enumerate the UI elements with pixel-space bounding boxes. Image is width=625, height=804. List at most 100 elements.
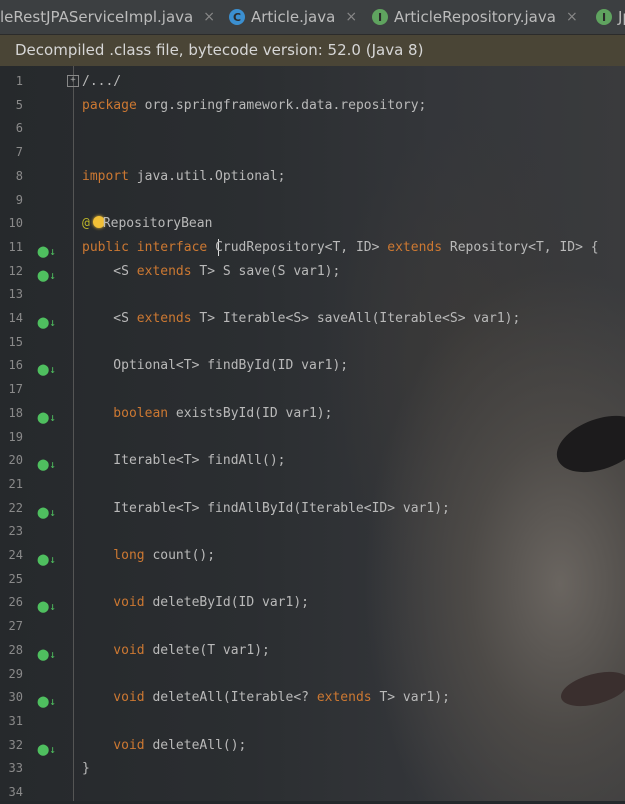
code-line[interactable]: 9 [0,189,625,212]
line-number: 9 [15,192,23,207]
keyword: extends [128,311,192,326]
tab-label: leRestJPAServiceImpl.java [0,8,194,26]
code-line[interactable]: 23 [0,520,625,543]
code-text: void deleteAll(); [82,734,246,757]
code-line[interactable]: 21 [0,473,625,496]
line-number: 28 [8,642,23,657]
code-token: <S [82,311,129,326]
line-number: 33 [8,761,23,776]
tab-service-impl[interactable]: leRestJPAServiceImpl.java × [0,0,215,34]
code-line[interactable]: 16 ⬤↓ Optional<T> findById(ID var1); [0,354,625,377]
line-number: 12 [8,263,23,278]
keyword: long [82,548,145,563]
keyword: void [82,642,145,658]
code-line[interactable]: 13 [0,283,625,306]
code-text: Iterable<T> findAllById(Iterable<ID> var… [82,497,450,520]
fold-expand-icon[interactable]: + [67,75,79,87]
tab-label: ArticleRepository.java [394,8,556,26]
code-text: /.../ [82,70,121,93]
line-number: 7 [15,145,23,160]
close-icon[interactable]: × [566,9,578,25]
line-number: 23 [8,524,23,539]
interface-name: CrudRepository<T, ID> [207,239,380,255]
code-line[interactable]: 7 [0,141,625,164]
line-number: 19 [8,429,23,444]
close-icon[interactable]: × [203,9,215,25]
line-number: 8 [15,168,23,183]
code-line[interactable]: 27 [0,615,625,638]
code-line[interactable]: 15 [0,331,625,354]
code-line[interactable]: 28 ⬤↓ void delete(T var1); [0,639,625,662]
keyword: void [82,595,145,611]
tab-label: Jp [618,8,625,26]
keyword: extends [128,263,192,279]
line-number: 20 [8,453,23,468]
code-line[interactable]: 18 ⬤↓ boolean existsById(ID var1); [0,402,625,425]
keyword: extends [379,239,443,255]
code-text: void delete(T var1); [82,639,270,662]
code-line[interactable]: 5 package org.springframework.data.reposi… [0,94,625,117]
code-line[interactable]: 25 [0,568,625,591]
code-line[interactable]: 24 ⬤↓ long count(); [0,544,625,567]
code-line[interactable]: 33} [0,757,625,780]
code-token: T> var1); [371,690,450,706]
code-line[interactable]: 30 ⬤↓ void deleteAll(Iterable<? extends T… [0,686,625,709]
close-icon[interactable]: × [345,9,357,25]
line-number: 15 [8,334,23,349]
code-line[interactable]: 1 +/.../ [0,70,625,93]
code-line[interactable]: 20 ⬤↓ Iterable<T> findAll(); [0,449,625,472]
code-text: void deleteAll(Iterable<? extends T> var… [82,686,450,709]
code-line[interactable]: 17 [0,378,625,401]
code-token: Iterable<T> findAll(); [82,453,286,469]
line-number: 29 [8,666,23,681]
line-number: 25 [8,571,23,586]
code-text: void deleteById(ID var1); [82,591,309,614]
line-number: 32 [8,737,23,752]
line-number: 14 [8,311,23,325]
code-text: long count(); [82,544,215,567]
tab-article-repository[interactable]: I ArticleRepository.java × [372,0,578,34]
code-text: @ RepositoryBean [82,212,212,235]
code-line[interactable]: 6 [0,117,625,140]
tab-jp[interactable]: I Jp [596,0,625,34]
decompiled-banner: Decompiled .class file, bytecode version… [0,35,625,66]
code-text: Iterable<T> findAll(); [82,449,286,472]
code-token: org.springframework.data.repository; [136,97,427,113]
code-text: Optional<T> findById(ID var1); [82,354,348,377]
code-line[interactable]: 29 [0,663,625,686]
code-line[interactable]: 14 ⬤↓ <S extends T> Iterable<S> saveAll(I… [0,307,625,330]
folded-imports: /.../ [82,74,122,89]
code-line[interactable]: 26 ⬤↓ void deleteById(ID var1); [0,591,625,614]
line-number: 22 [8,500,23,515]
code-line[interactable]: 11 ⬤↓ public interface CrudRepository<T, I… [0,236,625,259]
code-line[interactable]: 32 ⬤↓ void deleteAll(); [0,734,625,757]
code-text: package org.springframework.data.reposit… [82,94,426,117]
code-line[interactable]: 10 @ RepositoryBean [0,212,625,235]
keyword: boolean [82,405,169,421]
code-line[interactable]: 12 ⬤↓ <S extends T> S save(S var1); [0,260,625,283]
code-token: delete(T var1); [144,642,270,658]
code-token: existsById(ID var1); [168,405,333,421]
line-number: 17 [8,382,23,397]
line-number: 24 [8,548,23,562]
tab-label: Article.java [251,8,336,26]
code-line[interactable]: 8 import java.util.Optional; [0,165,625,188]
keyword: void [82,737,145,753]
line-number: 6 [15,121,23,136]
keyword: import [82,168,129,184]
keyword: package [82,97,137,113]
code-token: <S [82,263,129,279]
line-number: 31 [8,713,23,728]
code-token: T> S save(S var1); [191,263,341,279]
code-token: java.util.Optional; [128,168,286,184]
code-line[interactable]: 22 ⬤↓ Iterable<T> findAllById(Iterable<ID… [0,497,625,520]
line-number: 5 [15,97,23,112]
code-text: public interface CrudRepository<T, ID> e… [82,236,599,259]
tab-article[interactable]: C Article.java × [229,0,357,34]
code-text: <S extends T> S save(S var1); [82,260,340,283]
keyword: interface [128,239,208,255]
code-line[interactable]: 31 [0,710,625,733]
line-number: 10 [8,216,23,231]
code-line[interactable]: 19 [0,426,625,449]
line-number: 1 [15,74,23,88]
